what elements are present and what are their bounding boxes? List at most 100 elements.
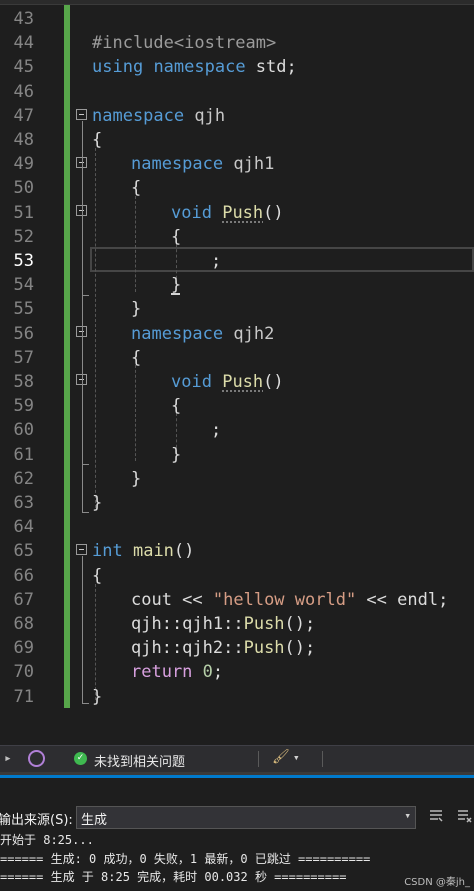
line-number: 59 xyxy=(13,396,34,417)
code-line[interactable]: 63} xyxy=(0,491,474,515)
code-text[interactable]: cout << "hellow world" << endl; xyxy=(131,588,448,612)
code-token: qjh1 xyxy=(223,154,275,175)
line-number: 65 xyxy=(13,541,34,562)
line-number: 57 xyxy=(13,347,34,368)
code-line[interactable]: 56 namespace qjh2 xyxy=(0,322,474,346)
code-token: namespace xyxy=(131,323,224,344)
intellicode-icon[interactable] xyxy=(28,750,45,767)
chevron-down-icon[interactable]: ▾ xyxy=(293,751,300,764)
code-text[interactable]: } xyxy=(92,685,102,709)
code-token: } xyxy=(171,444,182,465)
code-line[interactable]: 47 namespace qjh xyxy=(0,104,474,128)
code-token: { xyxy=(171,396,182,417)
code-token: using xyxy=(92,57,144,78)
code-text[interactable]: void Push() xyxy=(171,370,284,394)
code-line[interactable]: 44 #include<iostream> xyxy=(0,31,474,55)
line-number: 47 xyxy=(13,105,34,126)
code-cleanup-icon[interactable]: 🖌 xyxy=(272,749,290,765)
code-token: Push xyxy=(222,372,264,392)
code-text[interactable]: { xyxy=(92,128,102,152)
code-line[interactable]: 67 cout << "hellow world" << endl; xyxy=(0,588,474,612)
code-line[interactable]: 71} xyxy=(0,685,474,709)
line-number: 71 xyxy=(13,686,34,707)
code-text[interactable]: } xyxy=(171,443,181,467)
code-token: } xyxy=(131,299,142,320)
output-panel: 输出来源(S): 生成 ▾ 开始于 8:25... ====== 生成: 0 成… xyxy=(0,778,474,891)
code-line[interactable]: 65 int main() xyxy=(0,539,474,563)
code-token: namespace xyxy=(92,105,185,126)
line-number: 55 xyxy=(13,299,34,320)
watermark: CSDN @秦jh_ xyxy=(404,877,470,888)
code-text[interactable]: { xyxy=(171,225,181,249)
code-text[interactable]: } xyxy=(131,297,141,321)
code-line[interactable]: 51 void Push() xyxy=(0,201,474,225)
line-number: 66 xyxy=(13,565,34,586)
code-line[interactable]: 53; xyxy=(0,249,474,273)
code-token: << endl; xyxy=(356,589,449,610)
code-text[interactable]: qjh::qjh2::Push(); xyxy=(131,636,315,660)
clear-all-icon[interactable] xyxy=(456,808,474,826)
code-text[interactable]: void Push() xyxy=(171,201,284,225)
output-source-select[interactable]: 生成 ▾ xyxy=(76,806,416,829)
find-message-icon[interactable] xyxy=(428,808,446,826)
code-line[interactable]: 66 { xyxy=(0,564,474,588)
code-token: ; xyxy=(211,251,222,271)
code-text[interactable]: ; xyxy=(211,418,221,442)
code-text[interactable]: using namespace std; xyxy=(92,55,297,79)
code-token: std; xyxy=(245,57,297,78)
code-text[interactable]: int main() xyxy=(92,539,194,563)
code-token: "hellow world" xyxy=(212,589,357,610)
code-text[interactable]: #include<iostream> xyxy=(92,31,276,55)
line-number: 58 xyxy=(13,372,34,392)
code-line[interactable]: 43 xyxy=(0,7,474,31)
code-line[interactable]: 59 { xyxy=(0,394,474,418)
code-token: qjh2 xyxy=(223,323,275,344)
code-token: ; xyxy=(212,662,224,683)
code-line[interactable]: 62} xyxy=(0,467,474,491)
code-token: { xyxy=(92,130,103,150)
issues-status-text[interactable]: 未找到相关问题 xyxy=(94,751,185,770)
code-line[interactable]: 49 namespace qjh1 xyxy=(0,152,474,176)
code-text[interactable]: { xyxy=(92,564,102,588)
line-number: 53 xyxy=(13,251,34,271)
code-line[interactable]: 46 xyxy=(0,80,474,104)
code-token: { xyxy=(131,178,142,199)
chevron-down-icon[interactable]: ▾ xyxy=(404,809,411,822)
code-text[interactable]: { xyxy=(131,176,141,200)
code-text[interactable]: qjh::qjh1::Push(); xyxy=(131,612,315,636)
code-line[interactable]: 52 { xyxy=(0,225,474,249)
line-number: 43 xyxy=(13,9,34,29)
code-line[interactable]: 57 { xyxy=(0,346,474,370)
code-token: qjh xyxy=(184,105,226,126)
code-line[interactable]: 54} xyxy=(0,273,474,297)
code-line[interactable]: 60; xyxy=(0,418,474,442)
code-line[interactable]: 48 { xyxy=(0,128,474,152)
code-line[interactable]: 68 qjh::qjh1::Push(); xyxy=(0,612,474,636)
code-line[interactable]: 45 using namespace std; xyxy=(0,55,474,79)
code-token: { xyxy=(171,226,182,247)
code-line[interactable]: 70 return 0; xyxy=(0,660,474,684)
code-line[interactable]: 55} xyxy=(0,297,474,321)
code-line[interactable]: 50 { xyxy=(0,176,474,200)
code-text[interactable]: namespace qjh1 xyxy=(131,152,274,176)
code-text[interactable]: ; xyxy=(211,249,221,273)
code-text[interactable]: { xyxy=(171,394,181,418)
code-editor[interactable]: 43 44 #include<iostream> 45 using namespace … xyxy=(0,0,474,745)
code-token: qjh::qjh2:: xyxy=(131,638,244,659)
code-text[interactable]: namespace qjh2 xyxy=(131,322,274,346)
code-token: qjh::qjh1:: xyxy=(131,614,244,634)
code-text[interactable]: } xyxy=(92,491,102,515)
code-text[interactable]: { xyxy=(131,346,141,370)
divider xyxy=(258,751,259,767)
code-text[interactable]: namespace qjh xyxy=(92,104,225,128)
code-line[interactable]: 69 qjh::qjh2::Push(); xyxy=(0,636,474,660)
code-text[interactable]: return 0; xyxy=(131,660,223,684)
editor-status-bar: ▸ ✓ 未找到相关问题 🖌 ▾ xyxy=(0,745,474,772)
code-text[interactable]: } xyxy=(131,467,141,491)
code-line[interactable]: 61} xyxy=(0,443,474,467)
code-token: 0 xyxy=(202,662,213,683)
scroll-left-icon[interactable]: ▸ xyxy=(4,751,12,766)
code-line[interactable]: 64 xyxy=(0,515,474,539)
code-line[interactable]: 58 void Push() xyxy=(0,370,474,394)
